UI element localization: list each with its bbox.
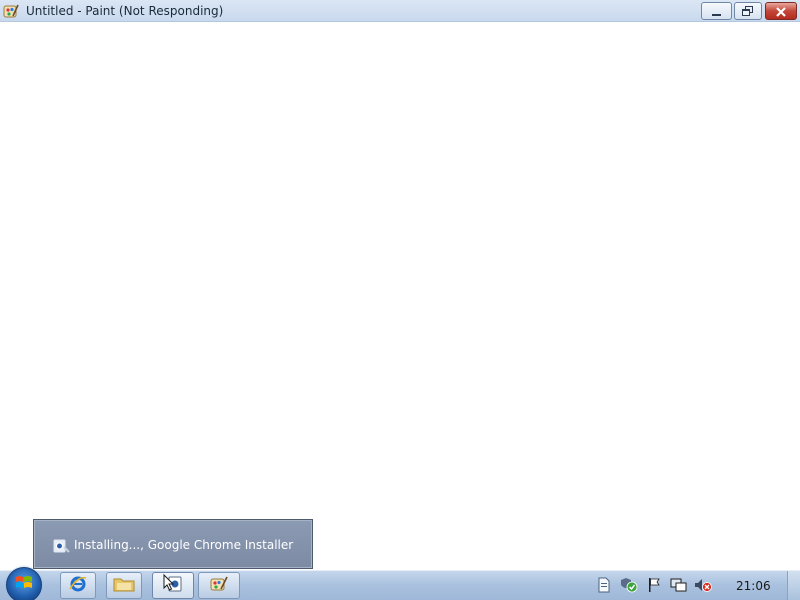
minimize-button[interactable] (701, 2, 732, 20)
ie-icon (68, 574, 88, 598)
close-button[interactable] (765, 2, 797, 20)
folder-icon (113, 575, 135, 597)
taskbar-clock[interactable]: 21:06 (736, 579, 771, 593)
close-icon (775, 2, 787, 21)
taskbar: 21:06 (0, 567, 800, 600)
security-check-icon[interactable] (620, 577, 638, 593)
installer-icon (161, 573, 185, 599)
paint-client-area[interactable] (0, 22, 800, 570)
windows-start-icon (14, 573, 34, 597)
start-button[interactable] (6, 567, 42, 600)
volume-muted-icon[interactable] (694, 577, 712, 593)
taskbar-windows-explorer[interactable] (106, 572, 142, 599)
installer-icon (52, 537, 70, 555)
taskbar-internet-explorer[interactable] (60, 572, 96, 599)
notification-balloon[interactable]: Installing..., Google Chrome Installer (33, 519, 313, 569)
network-icon[interactable] (670, 577, 687, 593)
title-bar[interactable]: Untitled - Paint (Not Responding) (0, 0, 800, 22)
taskbar-chrome-installer[interactable] (152, 572, 194, 599)
restore-icon (742, 2, 754, 21)
action-center-flag-icon[interactable] (646, 577, 662, 593)
document-icon[interactable] (596, 577, 612, 593)
paint-icon (209, 575, 229, 597)
notification-text: Installing..., Google Chrome Installer (74, 538, 294, 552)
taskbar-paint[interactable] (198, 572, 240, 599)
minimize-icon (711, 2, 723, 21)
restore-button[interactable] (734, 2, 762, 20)
show-desktop-button[interactable] (787, 571, 800, 600)
paint-icon[interactable] (3, 3, 19, 19)
window-title: Untitled - Paint (Not Responding) (26, 4, 224, 18)
